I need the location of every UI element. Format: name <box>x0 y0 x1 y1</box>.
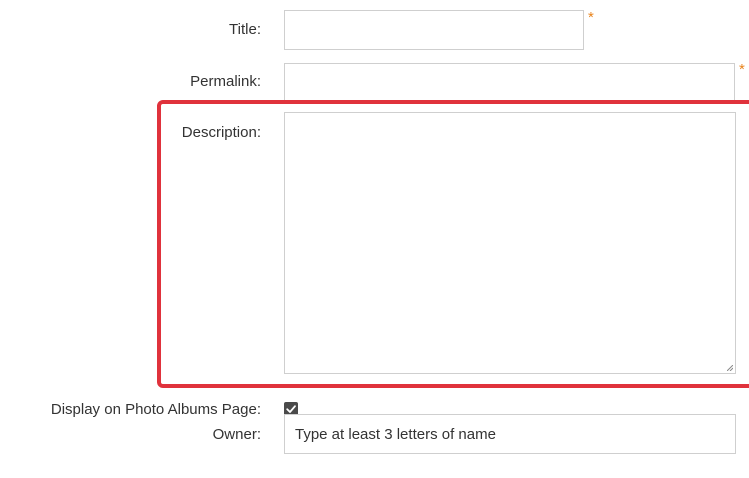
description-textarea[interactable] <box>284 112 736 374</box>
title-label: Title: <box>229 21 261 38</box>
resize-grip-icon[interactable] <box>727 365 733 371</box>
owner-label: Owner: <box>212 426 261 443</box>
description-label: Description: <box>181 124 261 141</box>
display-on-photo-albums-label: Display on Photo Albums Page: <box>50 401 261 418</box>
permalink-input[interactable] <box>284 63 735 103</box>
title-required-marker: * <box>588 9 594 26</box>
permalink-required-marker: * <box>739 61 745 78</box>
owner-input[interactable] <box>284 414 736 454</box>
album-edit-form: Title: * Permalink: * Description: Displ… <box>0 0 749 478</box>
title-input[interactable] <box>284 10 584 50</box>
permalink-label: Permalink: <box>190 73 261 90</box>
